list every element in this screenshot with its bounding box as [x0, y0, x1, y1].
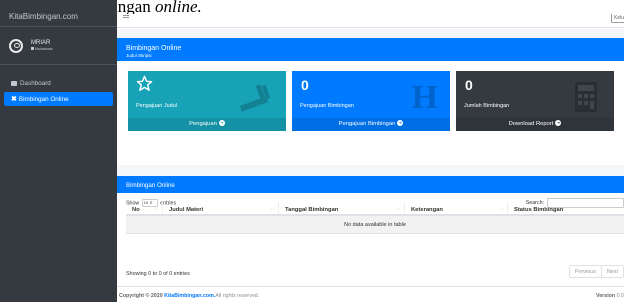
box-label: Pengajuan Judul: [136, 103, 177, 109]
copyright-suffix: All rights reserved.: [215, 293, 260, 299]
copyright-prefix: Copyright © 2020: [119, 293, 163, 299]
column-header-keterangan[interactable]: Keterangan ↑↓: [405, 202, 508, 214]
table-empty-row: No data available in table: [126, 216, 624, 234]
site-link[interactable]: KitaBimbingan.com.: [164, 293, 215, 299]
sort-icon: ↑↓: [154, 206, 160, 211]
box-footer-link[interactable]: Pengajuan ➜: [128, 118, 286, 131]
small-box-jumlah-bimbingan: 0 Jumlah Bimbingan Download Report ➜: [456, 71, 614, 131]
sidebar-item-label: Dashboard: [20, 79, 51, 87]
box-footer-label: Pengajuan: [189, 121, 217, 127]
user-role-label: Mahasiswa: [35, 47, 53, 51]
table-card-title: Bimbingan Online: [117, 176, 624, 193]
main-footer: Copyright © 2020 KitaBimbingan.com.All r…: [117, 286, 624, 302]
dashboard-icon: [11, 80, 17, 86]
caption-emphasis: online.: [155, 0, 202, 14]
column-header-label: No: [132, 207, 140, 213]
column-header-tanggal-bimbingan[interactable]: Tanggal Bimbingan ↑↓: [279, 202, 405, 214]
sidebar-item-dashboard[interactable]: Dashboard: [4, 76, 113, 90]
small-box-pengajuan-judul: Pengajuan Judul Pengajuan ➜: [128, 71, 286, 131]
version-label: Version: [596, 293, 616, 299]
user-role: Mahasiswa: [31, 47, 53, 51]
column-header-label: Keterangan: [411, 207, 443, 213]
bimbingan-online-card: Bimbingan Online Judul Skripsi Pengajuan…: [117, 38, 624, 165]
gavel-icon: [239, 84, 271, 112]
role-icon: [31, 47, 34, 50]
card-body: Pengajuan Judul Pengajuan ➜ 0 Pengajuan B…: [117, 61, 624, 165]
user-panel[interactable]: MRIAR Mahasiswa: [0, 27, 117, 65]
table-header-row: No ↑↓ Judul Materi ↑↓ Tanggal Bimbingan ↑↓ …: [126, 202, 624, 216]
sort-icon: ↑↓: [499, 206, 505, 211]
arrow-right-icon: ➜: [218, 120, 225, 127]
copyright: Copyright © 2020 KitaBimbingan.com.All r…: [119, 293, 259, 299]
sidebar: KitaBimbingan.com MRIAR Mahasiswa Dashbo…: [0, 0, 117, 302]
card-title: Bimbingan Online: [126, 45, 182, 52]
sidebar-item-label: Bimbingan Online: [18, 95, 69, 103]
user-info: MRIAR Mahasiswa: [31, 40, 53, 51]
star-icon: [136, 75, 153, 91]
data-table: No ↑↓ Judul Materi ↑↓ Tanggal Bimbingan ↑↓ …: [126, 202, 624, 234]
box-number: 0: [301, 77, 309, 93]
brand-link[interactable]: KitaBimbingan.com: [0, 0, 117, 27]
sort-icon: ↑↓: [396, 206, 402, 211]
box-footer-label: Pengajuan Bimbingan: [338, 121, 396, 127]
sidebar-item-bimbingan-online[interactable]: ✖ Bimbingan Online: [4, 92, 113, 106]
card-subtitle: Judul Skripsi: [126, 53, 152, 58]
column-header-label: Judul Materi: [169, 207, 204, 213]
arrow-right-icon: ➜: [555, 120, 562, 127]
calculator-icon: [575, 82, 597, 112]
arrow-right-icon: ➜: [397, 120, 404, 127]
column-header-label: Status Bimbingan: [514, 207, 564, 213]
bimbingan-table-card: Bimbingan Online Show 10 ⇕ entries Searc…: [117, 176, 624, 286]
h-icon: H: [411, 79, 438, 116]
sidebar-nav: Dashboard ✖ Bimbingan Online: [0, 76, 117, 106]
previous-button[interactable]: Previous: [570, 266, 601, 277]
box-number: 0: [465, 77, 473, 93]
content-wrapper: Bimbingan Online Judul Skripsi Pengajuan…: [117, 29, 624, 286]
box-footer-link[interactable]: Pengajuan Bimbingan ➜: [292, 118, 450, 131]
user-avatar-icon: [9, 38, 23, 53]
column-header-no[interactable]: No ↑↓: [126, 202, 163, 214]
table-info: Showing 0 to 0 of 0 entries: [126, 271, 190, 277]
version: Version 0.0: [596, 293, 624, 299]
box-footer-label: Download Report: [508, 121, 554, 127]
card-header: Bimbingan Online Judul Skripsi: [117, 38, 624, 61]
box-label: Jumlah Bimbingan: [464, 103, 510, 109]
user-name: MRIAR: [31, 40, 51, 46]
close-x-icon: ✖: [11, 95, 17, 103]
version-value: 0.0: [616, 293, 624, 299]
column-header-status-bimbingan[interactable]: Status Bimbingan: [508, 202, 624, 214]
column-header-judul-materi[interactable]: Judul Materi ↑↓: [163, 202, 279, 214]
column-header-label: Tanggal Bimbingan: [285, 207, 339, 213]
next-button[interactable]: Next: [600, 266, 623, 277]
pagination: Previous Next: [568, 265, 624, 278]
small-box-pengajuan-bimbingan: 0 Pengajuan Bimbingan H Pengajuan Bimbin…: [292, 71, 450, 131]
box-label: Pengajuan Bimbingan: [300, 103, 354, 109]
sort-icon: ↑↓: [270, 206, 276, 211]
box-footer-link[interactable]: Download Report ➜: [456, 118, 614, 131]
